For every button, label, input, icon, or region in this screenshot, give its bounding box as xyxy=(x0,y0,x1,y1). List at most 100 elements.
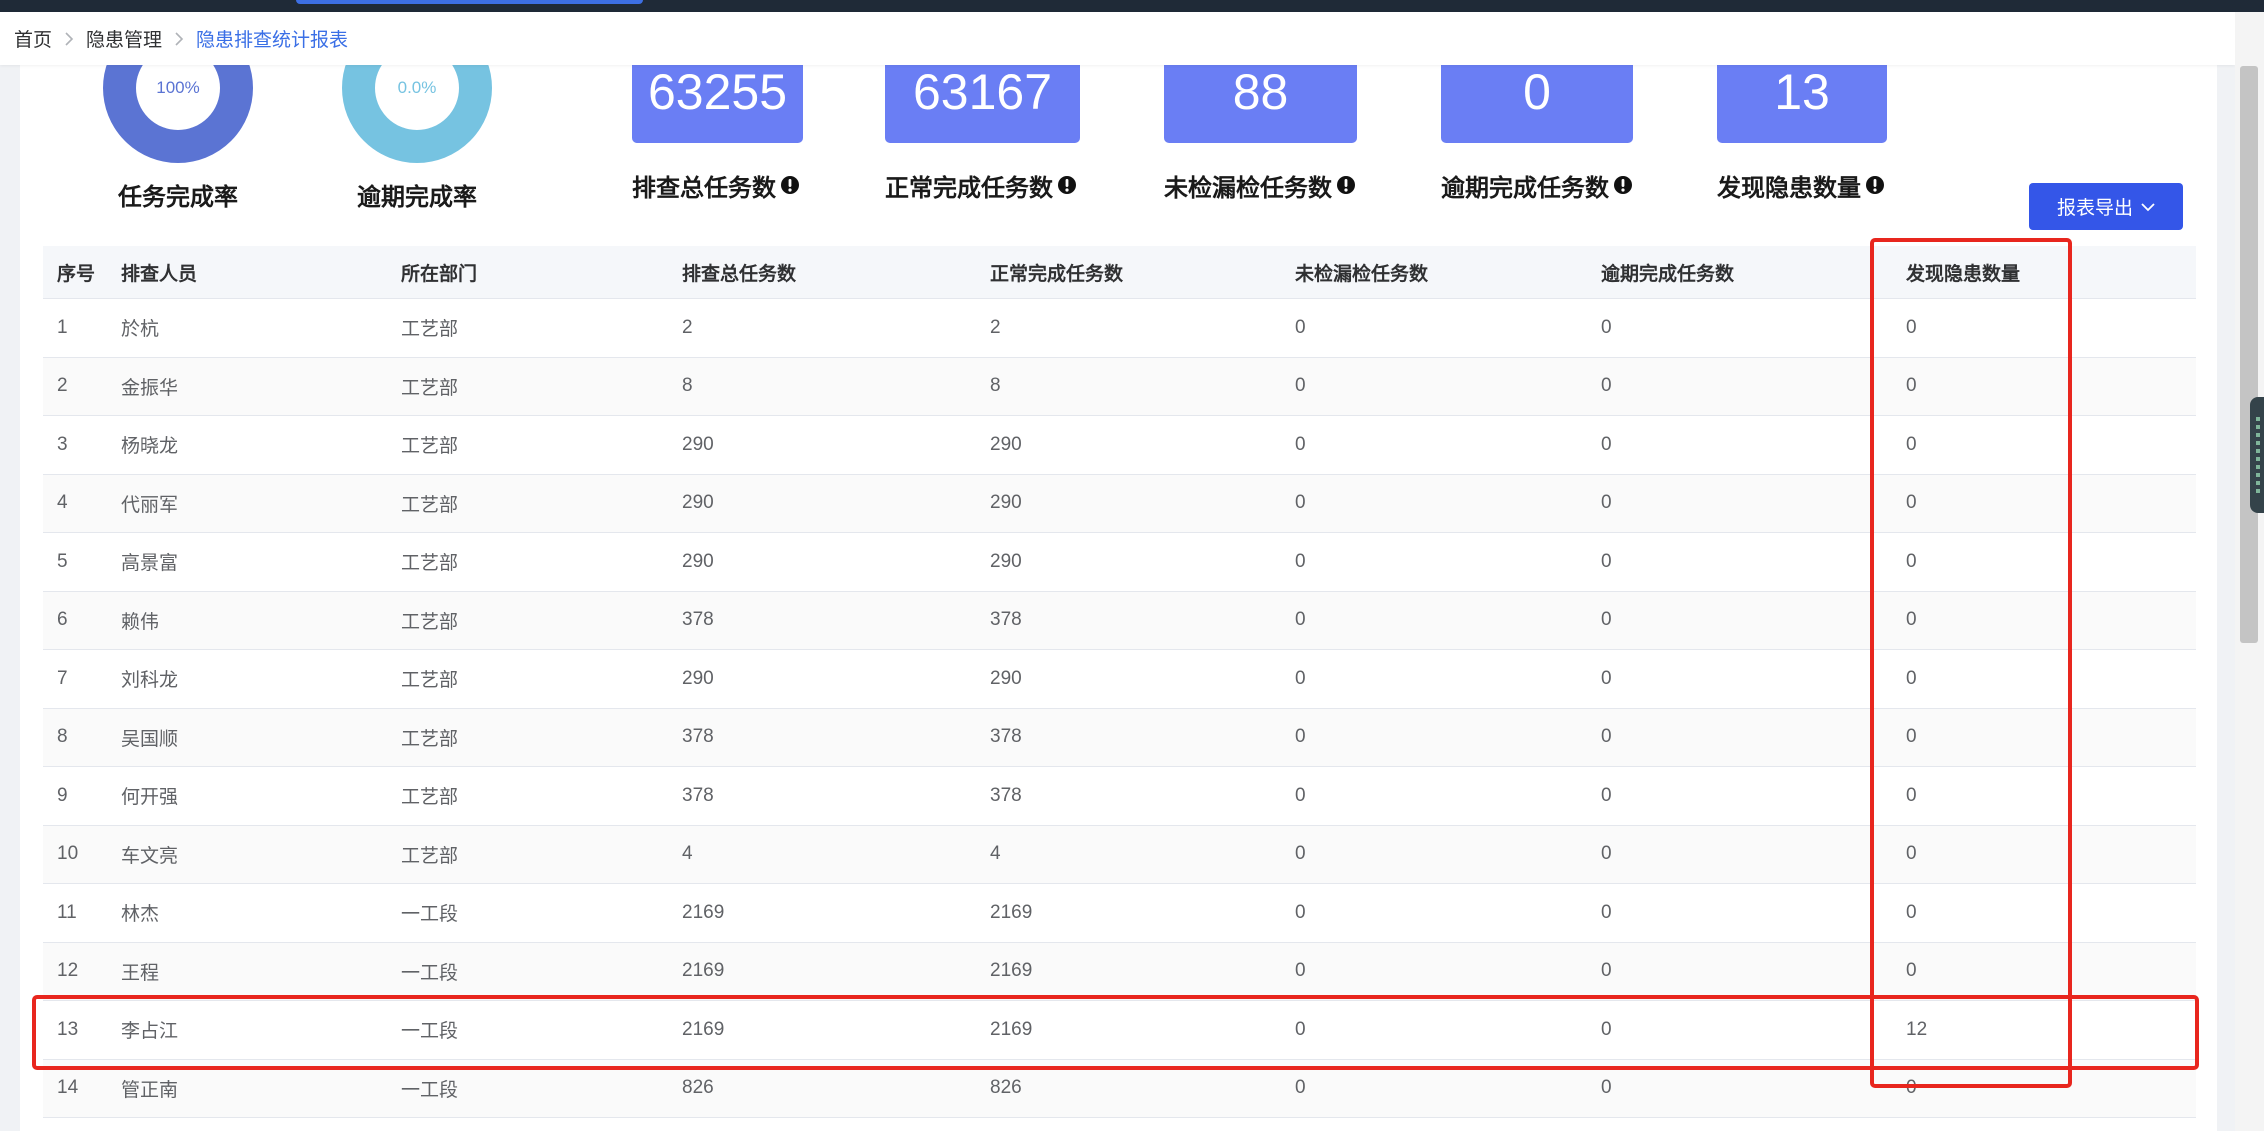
stat-label: 逾期完成任务数 xyxy=(1441,171,1633,202)
table-cell: 290 xyxy=(976,649,1281,709)
exclamation-circle-icon[interactable] xyxy=(1865,175,1885,195)
table-cell: 工艺部 xyxy=(387,825,668,884)
table-cell: 0 xyxy=(1892,591,2196,650)
table-row: 6 赖伟 工艺部 378 378 0 0 0 xyxy=(43,591,2196,650)
table-cell: 0 xyxy=(1892,357,2196,416)
table-cell: 0 xyxy=(1892,649,2196,709)
table-cell: 工艺部 xyxy=(387,766,668,826)
table-row: 9 何开强 工艺部 378 378 0 0 0 xyxy=(43,766,2196,826)
table-cell: 0 xyxy=(1281,708,1587,767)
table-cell: 工艺部 xyxy=(387,708,668,767)
export-button-label: 报表导出 xyxy=(2056,198,2133,219)
table-cell: 0 xyxy=(1587,532,1892,592)
table-cell: 0 xyxy=(1587,942,1892,1001)
table-cell: 於杭 xyxy=(107,298,387,358)
table-cell: 0 xyxy=(1892,474,2196,533)
table-cell: 13 xyxy=(43,1000,107,1060)
table-cell: 2169 xyxy=(976,942,1281,1001)
table-cell: 0 xyxy=(1892,298,2196,358)
table-cell: 4 xyxy=(668,825,976,884)
table-cell: 0 xyxy=(1587,766,1892,826)
table-cell: 3 xyxy=(43,415,107,475)
table-cell: 工艺部 xyxy=(387,298,668,358)
table-cell: 290 xyxy=(668,474,976,533)
column-header: 序号 xyxy=(43,246,107,299)
table-cell: 12 xyxy=(43,942,107,1001)
table-cell: 2169 xyxy=(668,942,976,1001)
table-cell: 高景富 xyxy=(107,532,387,592)
table-cell: 10 xyxy=(43,825,107,884)
table-cell: 0 xyxy=(1281,825,1587,884)
stat-label-text: 逾期完成任务数 xyxy=(1441,174,1609,202)
breadcrumb-current-page: 隐患排查统计报表 xyxy=(196,30,349,51)
table-cell: 0 xyxy=(1892,415,2196,475)
table-cell: 290 xyxy=(668,532,976,592)
table-cell: 工艺部 xyxy=(387,415,668,475)
exclamation-circle-icon[interactable] xyxy=(1336,175,1356,195)
table-row: 7 刘科龙 工艺部 290 290 0 0 0 xyxy=(43,649,2196,709)
table-cell: 0 xyxy=(1892,825,2196,884)
table-cell: 826 xyxy=(976,1059,1281,1118)
stat-label: 未检漏检任务数 xyxy=(1164,171,1356,202)
table-cell: 0 xyxy=(1281,415,1587,475)
top-bar-active-indicator xyxy=(296,0,643,4)
table-cell: 378 xyxy=(976,591,1281,650)
table-cell: 14 xyxy=(43,1059,107,1118)
column-header: 排查人员 xyxy=(107,246,387,299)
table-row: 2 金振华 工艺部 8 8 0 0 0 xyxy=(43,357,2196,416)
table-cell: 2169 xyxy=(976,883,1281,943)
table-cell: 4 xyxy=(976,825,1281,884)
table-cell: 0 xyxy=(1281,474,1587,533)
table-cell: 0 xyxy=(1281,883,1587,943)
rate-label: 逾期完成率 xyxy=(357,184,477,211)
table-cell: 290 xyxy=(976,415,1281,475)
table-cell: 0 xyxy=(1281,1059,1587,1118)
table-cell: 0 xyxy=(1587,1000,1892,1060)
stat-value: 88 xyxy=(1232,64,1289,120)
stat-value: 63167 xyxy=(912,64,1053,120)
table-cell: 4 xyxy=(43,474,107,533)
exclamation-circle-icon[interactable] xyxy=(1613,175,1633,195)
stat-label-text: 未检漏检任务数 xyxy=(1164,174,1332,202)
table-cell: 290 xyxy=(976,532,1281,592)
stat-label: 排查总任务数 xyxy=(632,171,800,202)
stat-value: 63255 xyxy=(647,64,788,120)
table-row: 13 李占江 一工段 2169 2169 0 0 12 xyxy=(43,1000,2196,1060)
breadcrumb-home[interactable]: 首页 xyxy=(14,25,52,52)
table-header-row: 序号 排查人员 所在部门 排查总任务数 正常完成任务数 未检漏检任务数 逾期完成任务数 发现隐… xyxy=(43,246,2196,299)
breadcrumb: 首页 隐患管理 隐患排查统计报表 xyxy=(0,12,2235,65)
column-header: 正常完成任务数 xyxy=(976,246,1281,299)
stat-label: 发现隐患数量 xyxy=(1717,171,1885,202)
table-cell: 0 xyxy=(1587,474,1892,533)
stat-value: 13 xyxy=(1774,64,1830,120)
export-report-button[interactable]: 报表导出 xyxy=(2029,183,2183,230)
table-cell: 5 xyxy=(43,532,107,592)
table-cell: 2 xyxy=(43,357,107,416)
table-row: 4 代丽军 工艺部 290 290 0 0 0 xyxy=(43,474,2196,533)
table-cell: 0 xyxy=(1587,649,1892,709)
scrollbar-thumb[interactable] xyxy=(2240,66,2258,643)
breadcrumb-hazard-management[interactable]: 隐患管理 xyxy=(86,25,162,52)
table-cell: 0 xyxy=(1587,1059,1892,1118)
table-cell: 0 xyxy=(1281,591,1587,650)
exclamation-circle-icon[interactable] xyxy=(1057,175,1077,195)
table-cell: 工艺部 xyxy=(387,591,668,650)
top-navigation-bar xyxy=(0,0,2264,12)
table-cell: 0 xyxy=(1281,942,1587,1001)
exclamation-circle-icon[interactable] xyxy=(780,175,800,195)
table-cell: 金振华 xyxy=(107,357,387,416)
table-cell: 工艺部 xyxy=(387,649,668,709)
stat-value: 0 xyxy=(1523,64,1551,120)
table-cell: 一工段 xyxy=(387,1059,668,1118)
table-row: 11 林杰 一工段 2169 2169 0 0 0 xyxy=(43,883,2196,943)
side-widget-tab[interactable] xyxy=(2250,397,2264,513)
column-header: 所在部门 xyxy=(387,246,668,299)
table-row: 14 管正南 一工段 826 826 0 0 0 xyxy=(43,1059,2196,1118)
stat-label-text: 发现隐患数量 xyxy=(1717,174,1861,202)
table-cell: 378 xyxy=(976,708,1281,767)
table-cell: 290 xyxy=(668,415,976,475)
table-cell: 0 xyxy=(1281,766,1587,826)
table-cell: 8 xyxy=(976,357,1281,416)
column-header: 发现隐患数量 xyxy=(1892,246,2196,299)
table-cell: 9 xyxy=(43,766,107,826)
